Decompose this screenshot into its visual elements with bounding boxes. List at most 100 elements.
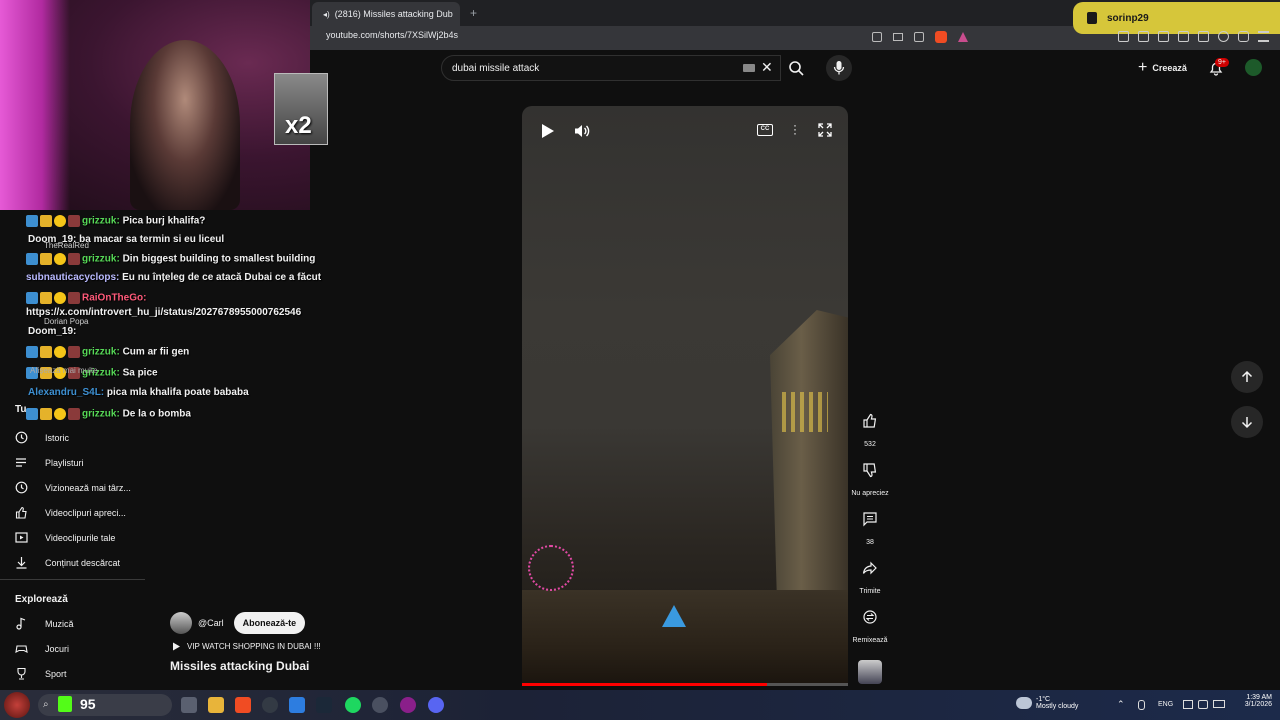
- browser-tab[interactable]: ◂) (2816) Missiles attacking Dub ✕: [312, 2, 460, 26]
- share-page-icon[interactable]: [914, 32, 924, 42]
- chat-username[interactable]: RaiOnTheGo:: [82, 293, 146, 304]
- file-explorer-icon[interactable]: [208, 697, 224, 713]
- language-indicator[interactable]: ENG: [1158, 701, 1173, 708]
- system-clock[interactable]: 1:39 AM 3/1/2026: [1230, 694, 1272, 708]
- extension-icon[interactable]: [1118, 31, 1129, 42]
- microphone-tray-icon[interactable]: [1138, 700, 1145, 710]
- menu-icon[interactable]: [1258, 31, 1269, 42]
- dislike-button[interactable]: Nu apreciez: [851, 454, 889, 497]
- spotify-icon[interactable]: [345, 697, 361, 713]
- history-icon: [15, 431, 28, 444]
- weather-icon[interactable]: [1016, 697, 1032, 709]
- related-video-link[interactable]: VIP WATCH SHOPPING IN DUBAI !!!: [172, 642, 321, 651]
- play-button[interactable]: [538, 122, 556, 140]
- chat-username[interactable]: subnauticacyclops:: [26, 272, 122, 283]
- next-short-button[interactable]: [1231, 406, 1263, 438]
- sidebar-item-watch-later[interactable]: Vizionează mai târz...: [15, 481, 131, 494]
- chat-username[interactable]: Doom_19:: [28, 326, 76, 337]
- channel-avatar[interactable]: [170, 612, 192, 634]
- discord-icon[interactable]: [428, 697, 444, 713]
- chat-badge-icon: [68, 292, 80, 304]
- sidebar-item-label: Vizionează mai târz...: [45, 482, 131, 493]
- task-view-icon[interactable]: [181, 697, 197, 713]
- volume-button[interactable]: [573, 122, 591, 140]
- comments-button[interactable]: 38: [854, 503, 886, 546]
- play-icon: [542, 124, 554, 138]
- sidebar-item-label: Playlisturi: [45, 457, 84, 468]
- sidebar-item-liked[interactable]: Videoclipuri apreci...: [15, 506, 126, 519]
- youtube-sidebar: Istoric Playlisturi Vizionează mai târz.…: [0, 422, 145, 692]
- chat-username[interactable]: grizzuk:: [82, 254, 123, 265]
- chat-message: Doom_19:: [28, 326, 76, 337]
- display-icon[interactable]: [1183, 700, 1193, 709]
- previous-short-button[interactable]: [1231, 361, 1263, 393]
- music-icon: [15, 617, 28, 630]
- obs-icon[interactable]: [400, 697, 416, 713]
- you-section-title: Tu: [15, 404, 27, 415]
- vpn-icon[interactable]: [1238, 31, 1249, 42]
- video-title[interactable]: Missiles attacking Dubai: [170, 659, 309, 673]
- address-tools: [872, 31, 968, 43]
- clock-date: 3/1/2026: [1244, 701, 1272, 708]
- wallet-icon[interactable]: [1198, 31, 1209, 42]
- sidebar-toggle-icon[interactable]: [1178, 31, 1189, 42]
- search-button[interactable]: [781, 55, 811, 81]
- steam-icon[interactable]: [316, 697, 332, 713]
- sidebar-item-downloads[interactable]: Conținut descărcat: [15, 556, 120, 569]
- streamer-face: [130, 40, 240, 210]
- sidebar-item-music[interactable]: Muzică: [15, 617, 74, 630]
- start-avatar-icon[interactable]: [4, 692, 30, 718]
- store-icon[interactable]: [289, 697, 305, 713]
- keyboard-icon[interactable]: [743, 64, 755, 72]
- like-button[interactable]: 532: [854, 405, 886, 448]
- leo-icon[interactable]: [1218, 31, 1229, 42]
- account-avatar[interactable]: [1245, 59, 1262, 76]
- channel-handle[interactable]: @Carl: [198, 618, 224, 628]
- tray-icons: [1183, 700, 1225, 709]
- fullscreen-button[interactable]: [818, 123, 832, 137]
- captions-icon[interactable]: CC: [757, 124, 773, 136]
- media-icon[interactable]: [1158, 31, 1169, 42]
- liked-icon: [15, 506, 28, 519]
- speaker-tray-icon[interactable]: [1198, 700, 1208, 709]
- show-more-link[interactable]: Afișează mai multe: [30, 366, 98, 375]
- clear-search-icon[interactable]: ✕: [761, 59, 773, 76]
- arrow-down-icon: [1241, 417, 1253, 429]
- chat-message: grizzuk: De la o bomba: [26, 408, 191, 420]
- chevron-up-icon[interactable]: ⌃: [1117, 699, 1125, 710]
- create-button[interactable]: + Creează: [1133, 56, 1193, 80]
- brave-browser-icon[interactable]: [235, 697, 251, 713]
- share-button[interactable]: Trimite: [854, 552, 886, 595]
- url-text[interactable]: youtube.com/shorts/7XSilWj2b4s: [326, 30, 458, 40]
- chat-badge-icon: [68, 408, 80, 420]
- voice-search-button[interactable]: [826, 55, 852, 81]
- app-icon[interactable]: [262, 697, 278, 713]
- profile-chip[interactable]: sorinp29: [1073, 2, 1280, 34]
- chat-username[interactable]: grizzuk:: [82, 216, 123, 227]
- weather-widget[interactable]: -1°C Mostly cloudy: [1036, 696, 1078, 710]
- brave-shield-icon[interactable]: [935, 31, 947, 43]
- sidebar-item-your-videos[interactable]: Videoclipurile tale: [15, 531, 115, 544]
- video-progress-fill: [522, 683, 767, 686]
- sidebar-item-playlists[interactable]: Playlisturi: [15, 456, 84, 469]
- app-icon[interactable]: [372, 697, 388, 713]
- chat-username[interactable]: grizzuk:: [82, 409, 123, 420]
- sidebar-item-sport[interactable]: Sport: [15, 667, 67, 680]
- new-tab-icon[interactable]: +: [470, 6, 477, 20]
- chat-username[interactable]: grizzuk:: [82, 347, 123, 358]
- battery-icon[interactable]: [1213, 700, 1225, 708]
- cast-icon[interactable]: [893, 33, 903, 41]
- search-query: dubai missile attack: [452, 62, 540, 74]
- search-input[interactable]: dubai missile attack: [441, 55, 781, 81]
- sound-thumbnail[interactable]: [858, 660, 882, 684]
- sidebar-item-history[interactable]: Istoric: [15, 431, 69, 444]
- remix-button[interactable]: Remixează: [853, 601, 888, 644]
- arrow-up-icon: [1241, 370, 1253, 382]
- subscribe-button[interactable]: Abonează-te: [233, 612, 306, 634]
- translate-icon[interactable]: [872, 32, 882, 42]
- more-options-icon[interactable]: · · ·: [793, 119, 797, 139]
- extension-icon[interactable]: [1138, 31, 1149, 42]
- chat-username[interactable]: Alexandru_S4L:: [28, 387, 107, 398]
- brave-rewards-icon[interactable]: [958, 32, 968, 42]
- sidebar-item-games[interactable]: Jocuri: [15, 642, 69, 655]
